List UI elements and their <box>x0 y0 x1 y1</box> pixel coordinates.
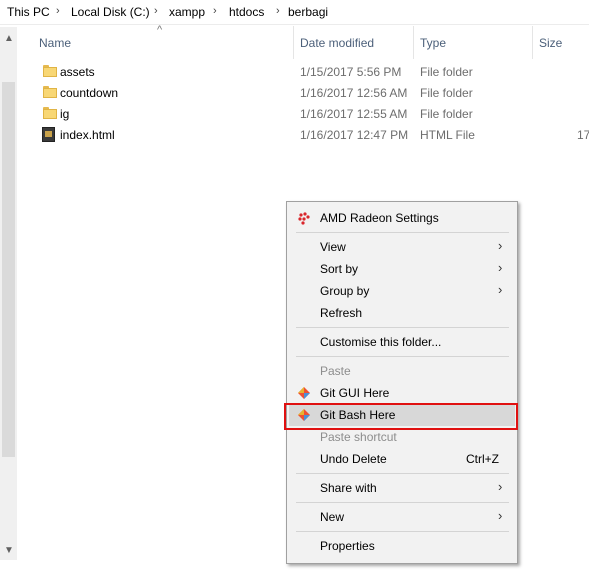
breadcrumb-htdocs[interactable]: htdocs <box>229 5 264 19</box>
file-row[interactable]: index.html 1/16/2017 12:47 PM HTML File … <box>36 125 589 146</box>
breadcrumb: This PC › Local Disk (C:) › xampp › htdo… <box>0 0 589 25</box>
breadcrumb-xampp[interactable]: xampp <box>169 5 205 19</box>
folder-icon <box>43 107 57 119</box>
scrollbar-thumb[interactable] <box>2 82 15 457</box>
context-menu: AMD Radeon Settings View › Sort by › Gro… <box>286 201 518 564</box>
menu-item-label: Properties <box>320 539 375 553</box>
menu-item-sort-by[interactable]: Sort by › <box>289 258 515 280</box>
submenu-arrow-icon: › <box>498 282 503 297</box>
column-header-type[interactable]: Type <box>420 36 446 50</box>
git-gui-icon <box>298 387 310 399</box>
breadcrumb-berbagi[interactable]: berbagi <box>288 5 328 19</box>
folder-icon <box>43 65 57 77</box>
file-name: assets <box>60 65 95 79</box>
menu-item-label: Paste <box>320 364 351 378</box>
column-divider[interactable] <box>293 26 294 59</box>
amd-radeon-icon <box>298 212 310 225</box>
html-file-icon <box>42 127 55 142</box>
menu-item-label: Git GUI Here <box>320 386 390 400</box>
menu-item-label: Paste shortcut <box>320 430 397 444</box>
highlight-annotation-box <box>284 403 518 430</box>
menu-item-share-with[interactable]: Share with › <box>289 477 515 499</box>
menu-separator <box>296 356 509 357</box>
scroll-down-arrow-icon[interactable]: ▼ <box>4 545 14 556</box>
menu-item-customise-folder[interactable]: Customise this folder... <box>289 331 515 353</box>
submenu-arrow-icon: › <box>498 508 503 523</box>
file-name: ig <box>60 107 70 121</box>
sort-ascending-icon: ^ <box>157 24 163 36</box>
menu-item-label: Share with <box>320 481 377 495</box>
menu-item-paste: Paste <box>289 360 515 382</box>
file-date: 1/16/2017 12:55 AM <box>300 107 408 121</box>
file-row[interactable]: countdown 1/16/2017 12:56 AM File folder <box>36 83 589 104</box>
column-header-name[interactable]: Name <box>39 36 71 50</box>
menu-item-view[interactable]: View › <box>289 236 515 258</box>
menu-item-refresh[interactable]: Refresh <box>289 302 515 324</box>
menu-item-git-gui-here[interactable]: Git GUI Here <box>289 382 515 404</box>
breadcrumb-this-pc[interactable]: This PC <box>7 5 50 19</box>
submenu-arrow-icon: › <box>498 260 503 275</box>
breadcrumb-separator-icon[interactable]: › <box>213 5 217 17</box>
menu-item-label: New <box>320 510 345 524</box>
scroll-up-arrow-icon[interactable]: ▲ <box>4 33 14 44</box>
menu-item-amd-radeon-settings[interactable]: AMD Radeon Settings <box>289 207 515 229</box>
file-date: 1/16/2017 12:56 AM <box>300 86 408 100</box>
menu-item-group-by[interactable]: Group by › <box>289 280 515 302</box>
file-type: HTML File <box>420 128 475 142</box>
menu-item-label: AMD Radeon Settings <box>320 211 439 225</box>
column-divider[interactable] <box>532 26 533 59</box>
column-header-size[interactable]: Size <box>539 36 562 50</box>
menu-item-label: Undo Delete <box>320 452 387 466</box>
vertical-scrollbar[interactable]: ▲ ▼ <box>0 27 17 560</box>
column-divider[interactable] <box>413 26 414 59</box>
file-row[interactable]: assets 1/15/2017 5:56 PM File folder <box>36 62 589 83</box>
file-type: File folder <box>420 107 473 121</box>
menu-item-label: Group by <box>320 284 370 298</box>
menu-item-shortcut: Ctrl+Z <box>466 452 499 466</box>
menu-item-label: Refresh <box>320 306 363 320</box>
file-type: File folder <box>420 86 473 100</box>
column-header-date[interactable]: Date modified <box>300 36 374 50</box>
breadcrumb-separator-icon[interactable]: › <box>154 5 158 17</box>
menu-item-label: Sort by <box>320 262 359 276</box>
menu-separator <box>296 531 509 532</box>
menu-item-label: Customise this folder... <box>320 335 442 349</box>
breadcrumb-separator-icon[interactable]: › <box>56 5 60 17</box>
menu-item-new[interactable]: New › <box>289 506 515 528</box>
file-size: 17 <box>577 128 589 142</box>
file-type: File folder <box>420 65 473 79</box>
folder-icon <box>43 86 57 98</box>
file-date: 1/16/2017 12:47 PM <box>300 128 409 142</box>
file-date: 1/15/2017 5:56 PM <box>300 65 402 79</box>
file-row[interactable]: ig 1/16/2017 12:55 AM File folder <box>36 104 589 125</box>
menu-separator <box>296 473 509 474</box>
file-name: countdown <box>60 86 119 100</box>
breadcrumb-separator-icon[interactable]: › <box>276 5 280 17</box>
menu-separator <box>296 232 509 233</box>
menu-separator <box>296 327 509 328</box>
menu-item-properties[interactable]: Properties <box>289 535 515 557</box>
menu-separator <box>296 502 509 503</box>
menu-item-label: View <box>320 240 346 254</box>
breadcrumb-local-disk[interactable]: Local Disk (C:) <box>71 5 150 19</box>
column-header-row: Name ^ Date modified Type Size <box>17 24 589 59</box>
menu-item-undo-delete[interactable]: Undo Delete Ctrl+Z <box>289 448 515 470</box>
submenu-arrow-icon: › <box>498 479 503 494</box>
file-name: index.html <box>60 128 115 142</box>
submenu-arrow-icon: › <box>498 238 503 253</box>
